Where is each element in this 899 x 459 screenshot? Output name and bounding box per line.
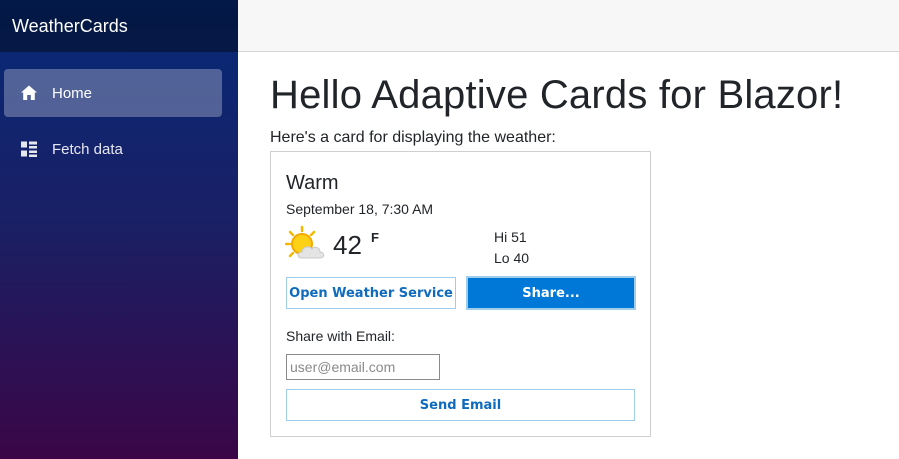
- sidebar-item-home[interactable]: Home: [4, 69, 222, 117]
- sidebar-item-fetch-data[interactable]: Fetch data: [4, 125, 222, 173]
- home-icon: [20, 84, 38, 102]
- email-input[interactable]: [286, 354, 440, 380]
- temperature-value: 42: [333, 230, 362, 260]
- weather-card: Warm September 18, 7:30 AM 42 F Hi 51 Lo…: [270, 151, 651, 437]
- open-weather-service-button[interactable]: Open Weather Service: [286, 277, 456, 309]
- low-temperature: Lo 40: [494, 250, 530, 266]
- share-button[interactable]: Share...: [466, 276, 636, 310]
- send-email-button[interactable]: Send Email: [286, 389, 635, 421]
- sidebar-item-label: Fetch data: [52, 140, 123, 158]
- list-icon: [20, 140, 38, 158]
- intro-text: Here's a card for displaying the weather…: [270, 129, 556, 146]
- partly-sunny-icon: [284, 225, 327, 263]
- page-title: Hello Adaptive Cards for Blazor!: [270, 73, 844, 117]
- top-bar: [238, 0, 899, 52]
- card-title: Warm: [286, 172, 339, 194]
- share-email-label: Share with Email:: [286, 328, 395, 344]
- card-date: September 18, 7:30 AM: [286, 201, 434, 217]
- high-temperature: Hi 51: [494, 229, 527, 245]
- sidebar: WeatherCards Home Fetch data: [0, 0, 238, 459]
- sidebar-item-label: Home: [52, 84, 93, 102]
- app-brand[interactable]: WeatherCards: [0, 0, 238, 52]
- temperature-unit: F: [371, 230, 379, 245]
